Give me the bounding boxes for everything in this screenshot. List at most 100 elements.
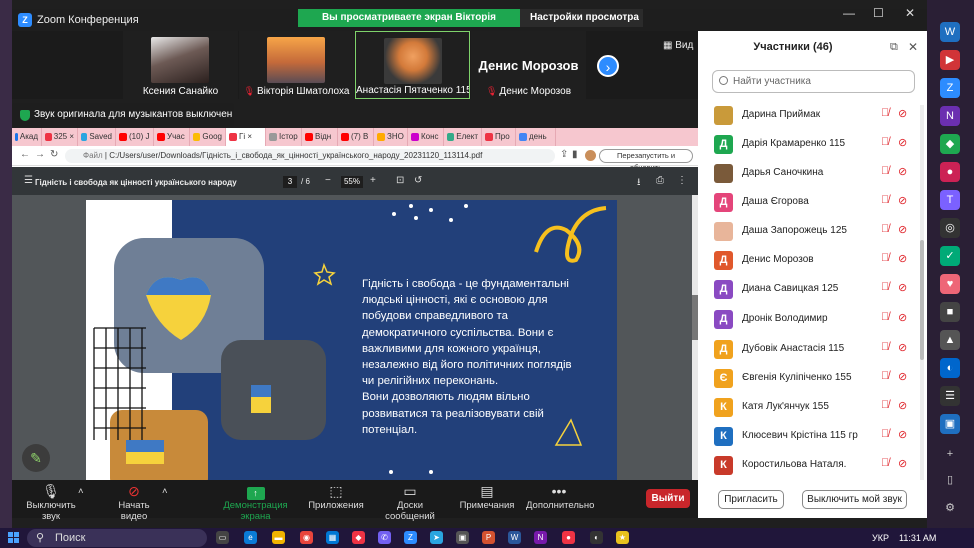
zoom-out-icon[interactable]: − [325, 175, 331, 186]
plus-icon[interactable]: + [940, 444, 960, 464]
browser-tab[interactable]: Goog [190, 128, 226, 146]
telegram-icon[interactable]: ➤ [430, 531, 443, 544]
url-field[interactable]: Файл | C:/Users/user/Downloads/Гідність_… [65, 149, 555, 163]
participant-row[interactable]: Д Дарія Крамаренко 115 🎙̸ ⊘ [714, 130, 914, 159]
maximize-icon[interactable]: ☐ [873, 6, 884, 20]
app-icon[interactable]: ◐ [590, 531, 603, 544]
close-icon[interactable]: ✕ [905, 6, 915, 20]
language-indicator[interactable]: УКР [872, 533, 889, 543]
fit-page-icon[interactable]: ⊡ [396, 175, 404, 186]
task-view-icon[interactable]: ▭ [216, 531, 229, 544]
app-icon[interactable]: ▶ [940, 50, 960, 70]
participant-row[interactable]: Д Дронік Володимир 🎙̸ ⊘ [714, 305, 914, 334]
browser-tab-active[interactable]: Гі × [226, 128, 266, 146]
app-icon[interactable]: ▲ [940, 330, 960, 350]
browser-tab[interactable]: Saved [78, 128, 116, 146]
edge-icon[interactable]: e [244, 531, 257, 544]
sidebar-icon[interactable]: ▮ [572, 149, 578, 160]
app-icon[interactable]: ♥ [940, 274, 960, 294]
app-icon[interactable]: ◆ [352, 531, 365, 544]
browser-tab[interactable]: Елект [444, 128, 482, 146]
zoom-icon[interactable]: Z [404, 531, 417, 544]
browser-tab[interactable]: Акад [12, 128, 42, 146]
zoom-input[interactable]: 55% [341, 176, 363, 188]
more-vert-icon[interactable]: ⋮ [677, 175, 687, 186]
app-icon[interactable]: ▣ [940, 414, 960, 434]
video-tile[interactable]: 🎙 Вікторія Шматолоха [239, 31, 354, 99]
onenote-icon[interactable]: N [534, 531, 547, 544]
panel-toggle-icon[interactable]: ▯ [940, 470, 960, 490]
app-icon[interactable]: ◎ [940, 218, 960, 238]
browser-tab[interactable]: 325 × [42, 128, 78, 146]
browser-tab[interactable]: Істор [266, 128, 302, 146]
browser-tab[interactable]: (10) J [116, 128, 154, 146]
app-icon[interactable]: ◆ [940, 134, 960, 154]
next-page-button[interactable]: › [597, 55, 619, 77]
page-number-input[interactable]: 3 [283, 176, 297, 188]
start-video-button[interactable]: ⊘ Начать видео [104, 482, 164, 522]
word-icon[interactable]: W [508, 531, 521, 544]
menu-icon[interactable]: ☰ [24, 175, 33, 186]
popout-icon[interactable]: ⧉ [890, 41, 898, 54]
participant-row[interactable]: К Клюсевич Крістіна 115 гр 🎙̸ ⊘ [714, 422, 914, 451]
word-icon[interactable]: W [940, 22, 960, 42]
browser-tab[interactable]: Конс [408, 128, 444, 146]
video-options-chevron[interactable]: ˄ [162, 486, 168, 497]
video-tile[interactable]: Денис Морозов 🎙 Денис Морозов [471, 31, 586, 99]
avatar[interactable] [585, 150, 596, 161]
audio-options-chevron[interactable]: ˄ [78, 486, 84, 497]
app-icon[interactable]: ✓ [940, 246, 960, 266]
whiteboards-button[interactable]: ▭ Доски сообщений [372, 482, 448, 522]
more-button[interactable]: ••• Дополнительно [526, 482, 594, 511]
powerpoint-icon[interactable]: P [482, 531, 495, 544]
participant-row[interactable]: К Коростильова Наталя. 🎙̸ ⊘ [714, 451, 914, 480]
app-icon[interactable]: ● [562, 531, 575, 544]
app-icon[interactable]: ★ [616, 531, 629, 544]
app-icon[interactable]: ☰ [940, 386, 960, 406]
store-icon[interactable]: ▦ [326, 531, 339, 544]
participant-row[interactable]: Д Диана Савицкая 125 🎙̸ ⊘ [714, 275, 914, 304]
zoom-in-icon[interactable]: + [370, 175, 376, 186]
participant-row[interactable]: Д Дубовік Анастасія 115 🎙̸ ⊘ [714, 335, 914, 364]
forward-icon[interactable]: → [35, 149, 45, 160]
taskbar-clock[interactable]: 11:31 AM [899, 533, 936, 543]
browser-tab[interactable]: день [516, 128, 556, 146]
share-screen-button[interactable]: ↑ Демонстрация экрана [208, 482, 303, 522]
notes-button[interactable]: ▤ Примечания [458, 482, 516, 511]
video-tile[interactable]: Ксения Санайко [123, 31, 238, 99]
participant-row[interactable]: Дарина Приймак 🎙̸ ⊘ [714, 101, 914, 130]
scroll-thumb[interactable] [920, 240, 924, 360]
participant-row[interactable]: Д Денис Морозов 🎙̸ ⊘ [714, 246, 914, 275]
browser-tab[interactable]: ЗНО [374, 128, 408, 146]
view-settings-button[interactable]: Настройки просмотра ⌄ [520, 9, 643, 41]
chrome-icon[interactable]: ◉ [300, 531, 313, 544]
participants-scrollbar[interactable] [920, 105, 924, 480]
browser-tab[interactable]: Відн [302, 128, 338, 146]
browser-tab[interactable]: Про [482, 128, 516, 146]
windows-start-icon[interactable] [8, 532, 20, 544]
rotate-icon[interactable]: ↺ [414, 175, 422, 186]
share-icon[interactable]: ⇪ [560, 149, 568, 160]
mute-button[interactable]: 🎙 Выключить звук [16, 482, 86, 522]
participant-row[interactable]: Дарья Саночкина 🎙̸ ⊘ [714, 159, 914, 188]
app-icon[interactable]: ▣ [456, 531, 469, 544]
print-icon[interactable]: ⎙ [656, 175, 664, 186]
app-icon[interactable]: ■ [940, 302, 960, 322]
gear-icon[interactable]: ⚙ [940, 498, 960, 518]
annotate-pen-button[interactable]: ✎ [22, 444, 50, 472]
view-button[interactable]: ▦ Вид [663, 40, 693, 51]
zoom-icon[interactable]: Z [940, 78, 960, 98]
taskbar-search[interactable]: ⚲ Поиск [27, 529, 207, 547]
participant-row[interactable]: Даша Запорожець 125 🎙̸ ⊘ [714, 217, 914, 246]
participant-search-input[interactable]: Найти участника [712, 70, 915, 93]
app-icon[interactable]: ◐ [940, 358, 960, 378]
teams-icon[interactable]: T [940, 190, 960, 210]
download-icon[interactable]: ⭳ [637, 175, 641, 192]
back-icon[interactable]: ← [20, 149, 30, 160]
invite-button[interactable]: Пригласить [718, 490, 784, 509]
mute-me-button[interactable]: Выключить мой звук [802, 490, 907, 509]
participant-row[interactable]: К Катя Лук'янчук 155 🎙̸ ⊘ [714, 393, 914, 422]
browser-tab[interactable]: (7) В [338, 128, 374, 146]
reload-icon[interactable]: ↻ [50, 149, 58, 160]
viber-icon[interactable]: ✆ [378, 531, 391, 544]
